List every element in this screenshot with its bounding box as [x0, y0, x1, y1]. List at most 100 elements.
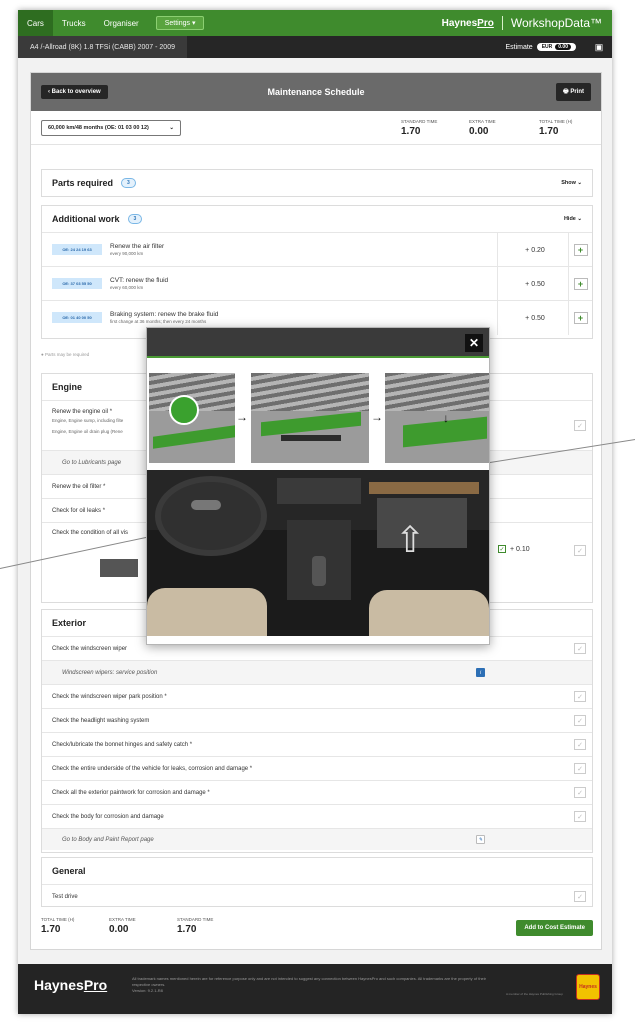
- car-interior-image: ⇧: [147, 470, 489, 636]
- task-label: Check/lubricate the bonnet hinges and sa…: [52, 741, 189, 748]
- task-row: Check the entire underside of the vehicl…: [42, 756, 592, 780]
- step-image-3: ↓: [385, 373, 489, 463]
- haynes-badge-logo: Haynes: [576, 974, 600, 1000]
- task-label: Check the body for corrosion and damage: [52, 813, 164, 820]
- add-work-button[interactable]: +: [573, 312, 588, 324]
- arrow-right-icon: →: [371, 410, 383, 424]
- task-row: Check the headlight washing system ✓: [42, 708, 592, 732]
- step-image-2: [251, 373, 369, 463]
- paint-report-link[interactable]: Go to Body and Paint Report page ✎: [42, 828, 592, 850]
- exterior-section: Exterior Check the windscreen wiper ✓ Win…: [41, 609, 593, 853]
- settings-label: Settings: [164, 20, 191, 27]
- work-time: + 0.20: [497, 233, 572, 267]
- section-title: Additional work: [52, 214, 120, 224]
- print-icon[interactable]: ▣: [586, 42, 612, 53]
- show-toggle[interactable]: Show ⌄: [561, 180, 582, 186]
- service-position-link[interactable]: Windscreen wipers: service position i: [42, 660, 592, 684]
- task-label: Check the headlight washing system: [52, 717, 150, 724]
- add-work-button[interactable]: +: [573, 278, 588, 290]
- work-title: Braking system: renew the brake fluid: [110, 311, 219, 318]
- task-label: Check all the exterior paintwork for cor…: [52, 789, 206, 796]
- count-badge: 3: [127, 214, 143, 224]
- oe-code-badge: OE: 01 40 00 50: [52, 312, 102, 323]
- task-label: Renew the oil filter: [52, 483, 102, 490]
- info-dot-icon: ●: [41, 352, 44, 357]
- task-checkbox[interactable]: ✓: [574, 643, 586, 654]
- modal-header: ✕: [147, 328, 489, 358]
- task-checkbox[interactable]: ✓: [574, 811, 586, 822]
- brand-workshopdata: WorkshopData™: [510, 16, 602, 30]
- times-row: 60,000 km/48 months (OE: 01 03 00 12) ⌄ S…: [31, 111, 601, 145]
- task-row: Check/lubricate the bonnet hinges and sa…: [42, 732, 592, 756]
- section-title: Parts required: [52, 178, 114, 188]
- total-time: TOTAL TIME (H) 1.70: [41, 917, 75, 935]
- task-checkbox[interactable]: ✓: [574, 420, 586, 431]
- task-checkbox[interactable]: ✓: [574, 891, 586, 902]
- count-badge: 3: [121, 178, 136, 188]
- add-work-button[interactable]: +: [573, 244, 588, 256]
- printer-icon: 🖶: [562, 89, 569, 95]
- chevron-down-icon: ⌄: [169, 124, 174, 131]
- work-time: + 0.50: [497, 301, 572, 335]
- page-title: Maintenance Schedule: [267, 87, 365, 97]
- hide-toggle[interactable]: Hide ⌄: [564, 216, 582, 222]
- task-checkbox[interactable]: ✓: [574, 545, 586, 556]
- task-label: Check the entire underside of the vehicl…: [52, 765, 249, 772]
- thumbnail-image[interactable]: [100, 559, 138, 577]
- task-label: Check the windscreen wiper park position: [52, 693, 163, 700]
- section-title: General: [52, 866, 86, 876]
- work-title: Renew the air filter: [110, 243, 165, 250]
- task-label: Renew the engine oil: [52, 409, 109, 415]
- task-label: Check the condition of all vis: [52, 530, 129, 536]
- settings-dropdown[interactable]: Settings ▾: [155, 16, 205, 30]
- task-checkbox[interactable]: ✓: [574, 715, 586, 726]
- task-row: Check the windscreen wiper park position…: [42, 684, 592, 708]
- add-to-cost-estimate-button[interactable]: Add to Cost Estimate: [516, 920, 593, 936]
- task-row: Check the body for corrosion and damage ✓: [42, 804, 592, 828]
- task-label: Check for oil leaks: [52, 507, 102, 514]
- estimate-widget[interactable]: Estimate EUR 0.00: [505, 43, 576, 51]
- image-modal: ✕ → → ↓ ⇧: [146, 327, 490, 645]
- standard-time: STANDARD TIME 1.70: [177, 917, 214, 935]
- option-time[interactable]: ✓ + 0.10: [498, 545, 530, 553]
- total-time: TOTAL TIME (H) 1.70: [539, 119, 573, 137]
- vehicle-bar: A4 /-Allroad (8K) 1.8 TFSi (CABB) 2007 -…: [18, 36, 612, 58]
- task-checkbox[interactable]: ✓: [574, 763, 586, 774]
- arrow-right-icon: →: [236, 410, 248, 424]
- print-button[interactable]: 🖶 Print: [555, 83, 591, 101]
- vehicle-tab[interactable]: A4 /-Allroad (8K) 1.8 TFSi (CABB) 2007 -…: [18, 36, 187, 58]
- paint-icon[interactable]: ✎: [476, 835, 485, 844]
- task-label: Test drive: [52, 893, 78, 900]
- general-section: General Test drive ✓: [41, 857, 593, 907]
- work-interval: every 90,000 km: [110, 251, 144, 256]
- work-interval: first change at 36 months; then every 24…: [110, 319, 207, 324]
- top-nav: Cars Trucks Organiser Settings ▾ HaynesP…: [18, 10, 612, 36]
- task-checkbox[interactable]: ✓: [574, 787, 586, 798]
- task-label: Check the windscreen wiper: [52, 645, 128, 652]
- brand-logo: HaynesPro WorkshopData™: [442, 10, 612, 36]
- task-checkbox[interactable]: ✓: [574, 691, 586, 702]
- close-icon[interactable]: ✕: [465, 334, 483, 352]
- oe-code-badge: OE: 37 03 55 50: [52, 278, 102, 289]
- tab-cars[interactable]: Cars: [18, 10, 53, 36]
- tab-trucks[interactable]: Trucks: [53, 10, 95, 36]
- extra-time: EXTRA TIME 0.00: [469, 119, 496, 137]
- info-icon[interactable]: i: [476, 668, 485, 677]
- additional-work-row: OE: 24 24 19 63 Renew the air filter ever…: [42, 232, 592, 267]
- task-checkbox[interactable]: ✓: [574, 739, 586, 750]
- title-bar: ‹ Back to overview Maintenance Schedule …: [31, 73, 601, 111]
- brand-divider: [501, 16, 503, 30]
- work-title: CVT: renew the fluid: [110, 277, 169, 284]
- estimate-pill: EUR 0.00: [536, 43, 576, 51]
- interval-select[interactable]: 60,000 km/48 months (OE: 01 03 00 12) ⌄: [41, 119, 181, 136]
- tab-organiser[interactable]: Organiser: [95, 10, 148, 36]
- parts-required-section[interactable]: Parts required 3 Show ⌄: [41, 169, 593, 197]
- footer-disclaimer: All trademark names mentioned herein are…: [132, 976, 486, 993]
- extra-time: EXTRA TIME 0.00: [109, 917, 136, 935]
- additional-work-section: Additional work 3 Hide ⌄ OE: 24 24 19 63 R…: [41, 205, 593, 339]
- site-footer: HaynesPro All trademark names mentioned …: [18, 964, 612, 1014]
- chevron-down-icon: ▾: [191, 20, 196, 27]
- option-checkbox[interactable]: ✓: [498, 545, 506, 553]
- back-to-overview-button[interactable]: ‹ Back to overview: [41, 85, 108, 99]
- work-time: + 0.50: [497, 267, 572, 301]
